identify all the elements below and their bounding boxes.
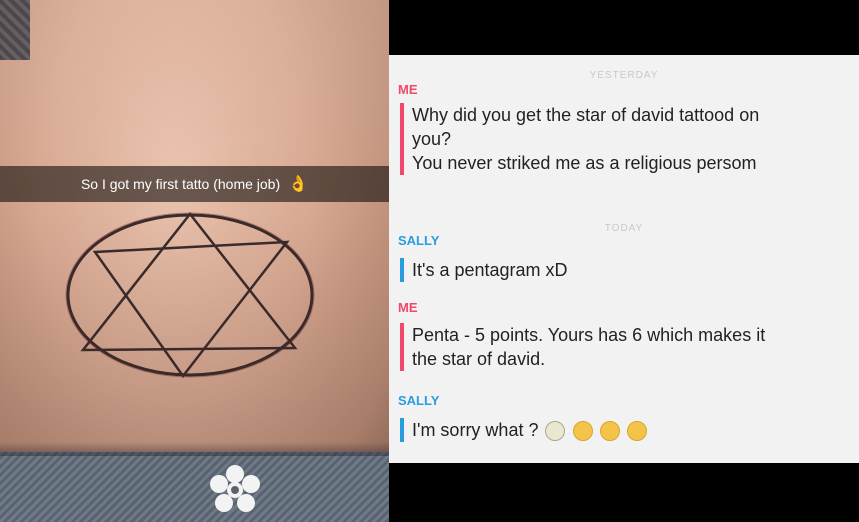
snap-caption-bar: So I got my first tatto (home job) 👌 <box>0 166 389 202</box>
message-line: Why did you get the star of david tattoo… <box>412 105 760 125</box>
snap-caption: So I got my first tatto (home job) <box>80 176 281 192</box>
sender-label-me: ME <box>398 300 418 315</box>
tattoo-photo: So I got my first tatto (home job) 👌 <box>0 0 389 522</box>
message-line: Penta - 5 points. Yours has 6 which make… <box>412 325 766 345</box>
message-sally-1: It's a pentagram xD <box>400 258 859 282</box>
fabric-corner <box>0 0 30 60</box>
flushed-face-icon <box>626 421 647 442</box>
message-line: the star of david. <box>412 349 546 369</box>
ok-hand-icon: 👌 <box>288 176 309 193</box>
sender-label-sally: SALLY <box>398 233 440 248</box>
chat-panel: YESTERDAY ME Why did you get the star of… <box>389 55 859 463</box>
flushed-face-icon <box>599 421 620 442</box>
sender-label-sally: SALLY <box>398 393 440 408</box>
sender-label-me: ME <box>398 82 418 97</box>
message-line: I'm sorry what ? <box>412 420 539 440</box>
day-label-yesterday: YESTERDAY <box>589 70 659 81</box>
flushed-face-icon <box>572 421 593 442</box>
message-me-2: Penta - 5 points. Yours has 6 which make… <box>400 323 859 371</box>
flower-pattern-icon <box>210 465 260 512</box>
message-line: It's a pentagram xD <box>412 260 568 280</box>
message-me-1: Why did you get the star of david tattoo… <box>400 103 859 175</box>
message-line: You never striked me as a religious pers… <box>412 153 757 173</box>
message-sally-2: I'm sorry what ? <box>400 418 859 442</box>
day-label-today: TODAY <box>604 223 644 234</box>
screaming-face-icon <box>545 421 566 442</box>
hexagram-tattoo <box>65 211 315 379</box>
screenshot-collage: So I got my first tatto (home job) 👌 YES… <box>0 0 859 522</box>
message-line: you? <box>412 129 452 149</box>
